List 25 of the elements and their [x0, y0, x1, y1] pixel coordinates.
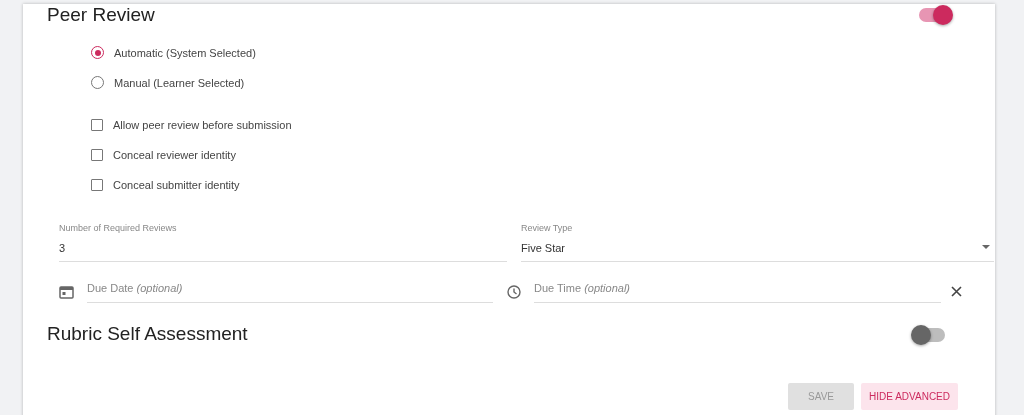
calendar-icon: [59, 284, 74, 299]
close-icon: [951, 286, 962, 298]
checkbox[interactable]: [91, 118, 103, 131]
section-title: Rubric Self Assessment: [47, 323, 248, 347]
radio-label: Manual (Learner Selected): [114, 75, 245, 91]
review-type-dropdown[interactable]: Review Type Five Star: [521, 221, 994, 262]
field-label: Review Type: [521, 221, 573, 235]
field-value: 3: [59, 241, 67, 257]
section-title: Peer Review: [47, 4, 155, 27]
date-field[interactable]: Due Date (optional): [87, 279, 493, 304]
radio-label: Automatic (System Selected): [114, 45, 256, 61]
checkbox[interactable]: [91, 178, 103, 191]
toggle-switch[interactable]: [913, 327, 945, 342]
time-field[interactable]: Due Time (optional): [534, 279, 941, 304]
hide-advanced-button[interactable]: HIDE ADVANCED: [861, 383, 958, 411]
checkbox[interactable]: [91, 148, 103, 161]
checkbox-label: Conceal reviewer identity: [113, 147, 236, 163]
field-value: Five Star: [521, 241, 566, 257]
toggle-switch[interactable]: [919, 8, 951, 23]
number-field[interactable]: Number of Required Reviews 3: [59, 221, 507, 262]
caret-icon: [982, 244, 990, 249]
checkbox-label: Conceal submitter identity: [113, 177, 240, 193]
checkbox-label: Allow peer review before submission: [113, 117, 292, 133]
clock-icon: [507, 284, 521, 299]
field-label: Number of Required Reviews: [59, 221, 178, 235]
